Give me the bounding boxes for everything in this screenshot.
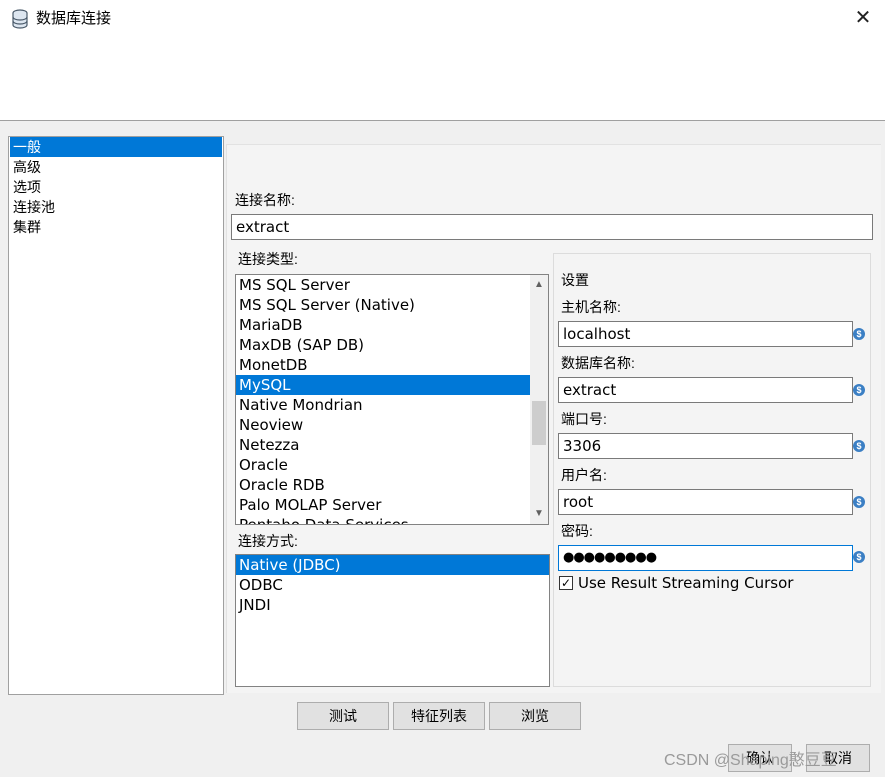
- connection-type-item[interactable]: Oracle: [236, 455, 530, 475]
- feature-list-button[interactable]: 特征列表: [393, 702, 485, 730]
- host-label: 主机名称:: [561, 299, 621, 315]
- connection-name-label: 连接名称:: [235, 192, 295, 208]
- database-name-label: 数据库名称:: [561, 355, 635, 371]
- host-input[interactable]: localhost: [558, 321, 853, 347]
- connection-type-item[interactable]: MySQL: [236, 375, 530, 395]
- access-item[interactable]: JNDI: [236, 595, 549, 615]
- username-input[interactable]: root: [558, 489, 853, 515]
- access-list[interactable]: Native (JDBC) ODBC JNDI: [235, 554, 550, 687]
- database-icon: [12, 9, 28, 29]
- scroll-up-icon[interactable]: ▲: [530, 276, 548, 294]
- nav-item[interactable]: 高级: [10, 157, 222, 177]
- access-item[interactable]: ODBC: [236, 575, 549, 595]
- connection-type-item[interactable]: MS SQL Server: [236, 275, 530, 295]
- close-icon[interactable]: ✕: [851, 6, 875, 30]
- connection-type-item[interactable]: MonetDB: [236, 355, 530, 375]
- nav-item[interactable]: 选项: [10, 177, 222, 197]
- settings-heading: 设置: [561, 272, 589, 288]
- settings-nav: 一般 高级 选项 连接池 集群: [8, 136, 224, 695]
- connection-type-item[interactable]: MaxDB (SAP DB): [236, 335, 530, 355]
- connection-type-item[interactable]: MariaDB: [236, 315, 530, 335]
- variable-icon[interactable]: $: [853, 384, 865, 396]
- connection-type-items: MS SQL Server MS SQL Server (Native) Maria…: [236, 275, 548, 524]
- connection-type-item[interactable]: MS SQL Server (Native): [236, 295, 530, 315]
- connection-type-label: 连接类型:: [238, 251, 298, 267]
- general-panel: 连接名称: extract 连接类型: MS SQL Server MS SQL …: [226, 144, 881, 693]
- explore-button[interactable]: 浏览: [489, 702, 581, 730]
- scroll-down-icon[interactable]: ▼: [530, 505, 548, 523]
- password-input[interactable]: ●●●●●●●●●: [558, 545, 853, 571]
- port-label: 端口号:: [561, 411, 607, 427]
- password-label: 密码:: [561, 523, 593, 539]
- access-items: Native (JDBC) ODBC JNDI: [236, 555, 549, 615]
- connection-name-input[interactable]: extract: [231, 214, 873, 240]
- connection-type-item[interactable]: Neoview: [236, 415, 530, 435]
- title-bar: 数据库连接 ✕: [0, 0, 885, 121]
- connection-type-item[interactable]: Netezza: [236, 435, 530, 455]
- variable-icon[interactable]: $: [853, 551, 865, 563]
- access-label: 连接方式:: [238, 533, 298, 549]
- connection-type-list[interactable]: MS SQL Server MS SQL Server (Native) Maria…: [235, 274, 549, 525]
- connection-type-item[interactable]: Native Mondrian: [236, 395, 530, 415]
- access-item[interactable]: Native (JDBC): [236, 555, 549, 575]
- port-input[interactable]: 3306: [558, 433, 853, 459]
- username-label: 用户名:: [561, 467, 607, 483]
- watermark: CSDN @Shaping憨豆豆: [664, 752, 837, 769]
- nav-item[interactable]: 连接池: [10, 197, 222, 217]
- scroll-thumb[interactable]: [532, 401, 546, 445]
- connection-type-item[interactable]: Palo MOLAP Server: [236, 495, 530, 515]
- settings-group: 设置 主机名称: localhost $ 数据库名称: extract $ 端口…: [553, 253, 871, 687]
- window-title: 数据库连接: [36, 10, 112, 27]
- nav-item[interactable]: 集群: [10, 217, 222, 237]
- variable-icon[interactable]: $: [853, 496, 865, 508]
- nav-item[interactable]: 一般: [10, 137, 222, 157]
- variable-icon[interactable]: $: [853, 328, 865, 340]
- connection-type-scrollbar[interactable]: ▲ ▼: [530, 275, 548, 524]
- streaming-label: Use Result Streaming Cursor: [578, 574, 794, 592]
- streaming-checkbox[interactable]: ✓: [559, 576, 573, 590]
- test-button[interactable]: 测试: [297, 702, 389, 730]
- connection-type-item[interactable]: Pentaho Data Services: [236, 515, 530, 524]
- database-name-input[interactable]: extract: [558, 377, 853, 403]
- connection-type-item[interactable]: Oracle RDB: [236, 475, 530, 495]
- variable-icon[interactable]: $: [853, 440, 865, 452]
